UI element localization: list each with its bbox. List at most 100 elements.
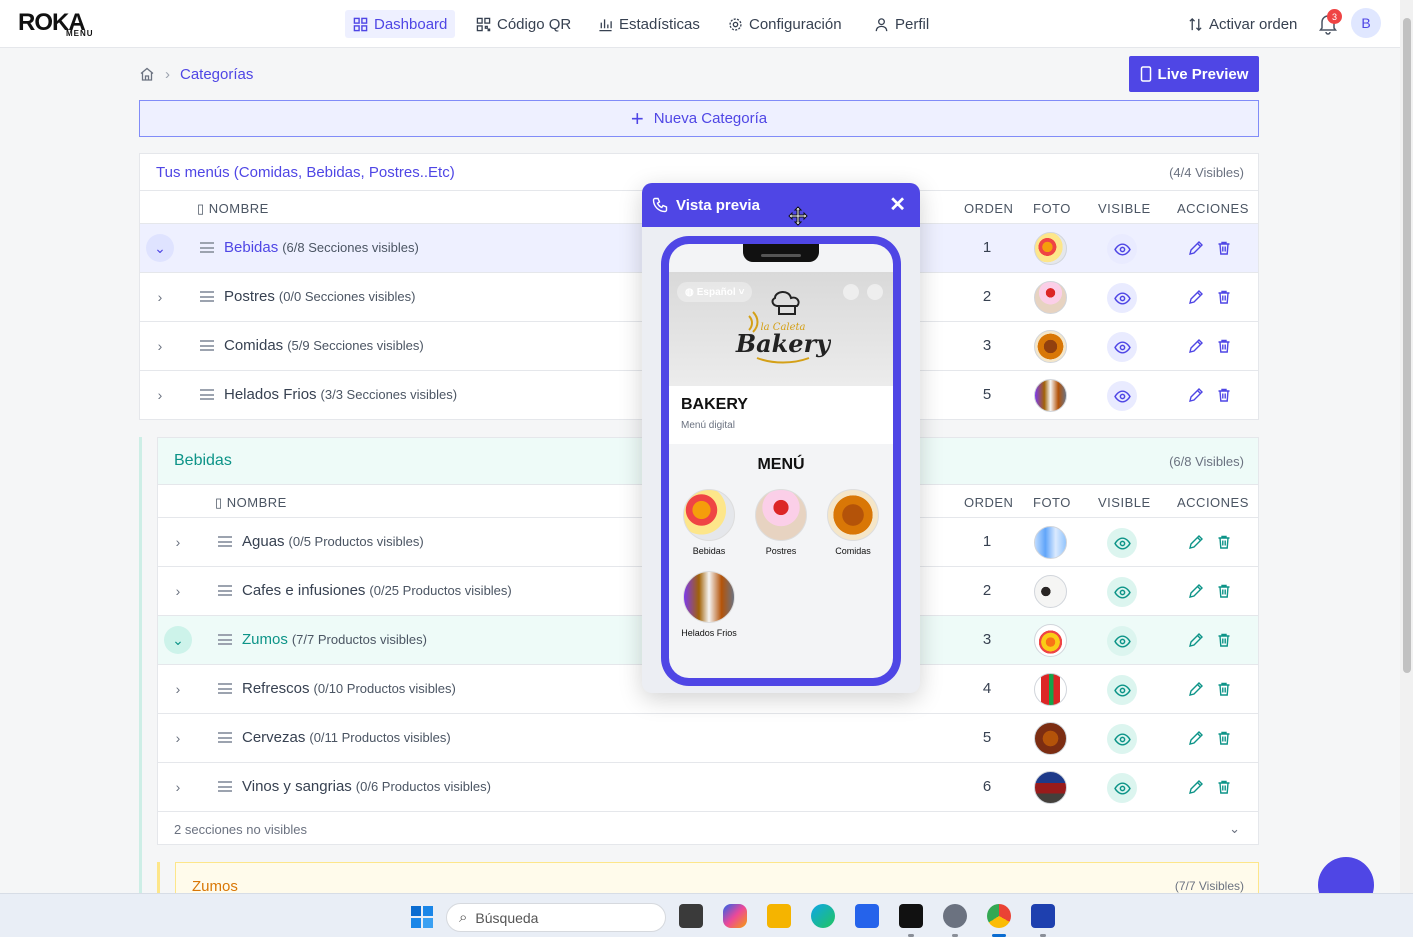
settings-icon[interactable]: [943, 904, 967, 928]
nav-qr[interactable]: Código QR: [468, 10, 579, 38]
eye-icon[interactable]: [1107, 332, 1137, 362]
eye-icon[interactable]: [1107, 773, 1137, 803]
drag-handle-icon[interactable]: [218, 781, 232, 792]
taskbar-search[interactable]: ⌕ Búsqueda: [446, 903, 666, 932]
nav-dashboard[interactable]: Dashboard: [345, 10, 456, 38]
capcut-icon[interactable]: [899, 904, 923, 928]
breadcrumb-current[interactable]: Categorías: [180, 66, 253, 83]
trash-icon[interactable]: [1216, 730, 1232, 746]
drag-handle-icon[interactable]: [200, 389, 214, 400]
edit-icon[interactable]: [1188, 681, 1204, 697]
chevron-right-icon[interactable]: ›: [150, 336, 170, 356]
drag-handle-icon[interactable]: [218, 683, 232, 694]
row-count: (0/25 Productos visibles): [369, 583, 512, 598]
edit-icon[interactable]: [1188, 779, 1204, 795]
eye-icon[interactable]: [1107, 724, 1137, 754]
chevron-down-icon[interactable]: ⌄: [146, 234, 174, 262]
trash-icon[interactable]: [1216, 632, 1232, 648]
edit-icon[interactable]: [1188, 240, 1204, 256]
page-scrollbar[interactable]: [1400, 0, 1413, 893]
home-icon[interactable]: [139, 66, 155, 82]
chevron-right-icon[interactable]: ›: [168, 532, 188, 552]
drag-handle-icon[interactable]: [200, 340, 214, 351]
table-row[interactable]: › Cervezas (0/11 Productos visibles) 5: [158, 714, 1258, 763]
trash-icon[interactable]: [1216, 289, 1232, 305]
nueva-categoria-button[interactable]: + Nueva Categoría: [139, 100, 1259, 137]
menu-category-comidas[interactable]: Comidas: [825, 489, 881, 556]
eye-icon[interactable]: [1107, 381, 1137, 411]
file-explorer-icon[interactable]: [767, 904, 791, 928]
trash-icon[interactable]: [1216, 240, 1232, 256]
activar-orden-button[interactable]: Activar orden: [1188, 10, 1297, 38]
nav-estadisticas[interactable]: Estadísticas: [590, 10, 708, 38]
user-icon[interactable]: [867, 284, 883, 300]
drag-handle-icon[interactable]: [218, 585, 232, 596]
drag-handle-icon[interactable]: [218, 536, 232, 547]
trash-icon[interactable]: [1216, 534, 1232, 550]
trash-icon[interactable]: [1216, 338, 1232, 354]
eye-icon[interactable]: [1107, 626, 1137, 656]
eye-icon[interactable]: [1107, 577, 1137, 607]
trash-icon[interactable]: [1216, 583, 1232, 599]
task-view-icon[interactable]: [679, 904, 703, 928]
row-photo[interactable]: [1034, 281, 1067, 314]
eye-icon[interactable]: [1107, 283, 1137, 313]
chrome-icon[interactable]: [987, 904, 1011, 928]
trash-icon[interactable]: [1216, 779, 1232, 795]
copilot-icon[interactable]: [723, 904, 747, 928]
nav-configuracion[interactable]: Configuración: [720, 10, 850, 38]
table-row[interactable]: › Vinos y sangrias (0/6 Productos visibles…: [158, 763, 1258, 812]
hidden-sections-toggle[interactable]: 2 secciones no visibles ⌄: [158, 813, 1258, 845]
drag-handle-icon[interactable]: [218, 732, 232, 743]
windows-start-icon[interactable]: [411, 906, 433, 928]
drag-handle-icon[interactable]: [200, 242, 214, 253]
trash-icon[interactable]: [1216, 387, 1232, 403]
menu-category-bebidas[interactable]: Bebidas: [681, 489, 737, 556]
powershell-icon[interactable]: [1031, 904, 1055, 928]
chevron-right-icon[interactable]: ›: [150, 385, 170, 405]
eye-icon[interactable]: [1107, 528, 1137, 558]
row-photo[interactable]: [1034, 526, 1067, 559]
menu-category-helados-frios[interactable]: Helados Frios: [681, 571, 737, 638]
roka-logo[interactable]: ROKA MENU: [18, 9, 102, 39]
row-photo[interactable]: [1034, 673, 1067, 706]
trash-icon[interactable]: [1216, 681, 1232, 697]
row-photo[interactable]: [1034, 771, 1067, 804]
nav-perfil[interactable]: Perfil: [866, 10, 937, 38]
row-photo[interactable]: [1034, 379, 1067, 412]
store-icon[interactable]: [855, 904, 879, 928]
col-orden: ORDEN: [964, 495, 1014, 510]
edit-icon[interactable]: [1188, 387, 1204, 403]
row-photo[interactable]: [1034, 232, 1067, 265]
edit-icon[interactable]: [1188, 338, 1204, 354]
chevron-down-icon[interactable]: ⌄: [164, 626, 192, 654]
row-photo[interactable]: [1034, 575, 1067, 608]
eye-icon[interactable]: [1107, 234, 1137, 264]
menu-category-postres[interactable]: Postres: [753, 489, 809, 556]
drag-handle-icon[interactable]: [200, 291, 214, 302]
row-photo[interactable]: [1034, 330, 1067, 363]
chevron-right-icon[interactable]: ›: [168, 777, 188, 797]
edit-icon[interactable]: [1188, 534, 1204, 550]
eye-icon[interactable]: [1107, 675, 1137, 705]
edge-icon[interactable]: [811, 904, 835, 928]
search-icon[interactable]: [843, 284, 859, 300]
edit-icon[interactable]: [1188, 730, 1204, 746]
chevron-right-icon[interactable]: ›: [168, 728, 188, 748]
row-photo[interactable]: [1034, 624, 1067, 657]
edit-icon[interactable]: [1188, 583, 1204, 599]
avatar[interactable]: B: [1351, 8, 1381, 38]
live-preview-button[interactable]: Live Preview: [1129, 56, 1259, 92]
scrollbar-thumb[interactable]: [1403, 18, 1411, 673]
row-photo[interactable]: [1034, 722, 1067, 755]
edit-icon[interactable]: [1188, 289, 1204, 305]
chevron-right-icon[interactable]: ›: [150, 287, 170, 307]
menus-card-title: Tus menús (Comidas, Bebidas, Postres..Et…: [156, 163, 455, 181]
chevron-right-icon[interactable]: ›: [168, 581, 188, 601]
row-name: Zumos (7/7 Productos visibles): [242, 631, 427, 648]
drag-handle-icon[interactable]: [218, 634, 232, 645]
edit-icon[interactable]: [1188, 632, 1204, 648]
chevron-right-icon[interactable]: ›: [168, 679, 188, 699]
vista-previa-header[interactable]: Vista previa ✕: [642, 183, 920, 227]
close-icon[interactable]: ✕: [889, 195, 906, 215]
